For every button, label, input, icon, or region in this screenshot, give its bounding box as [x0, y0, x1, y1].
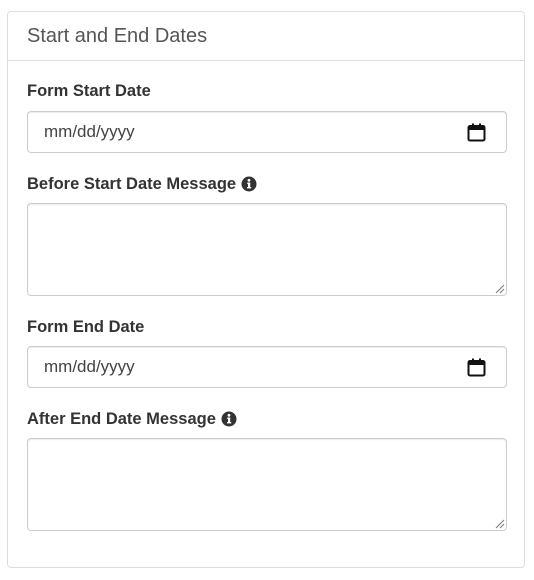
- panel-title: Start and End Dates: [27, 25, 208, 47]
- after-end-message-label-text: After End Date Message: [27, 410, 216, 428]
- form-start-date-label-text: Form Start Date: [27, 82, 151, 100]
- calendar-icon[interactable]: [467, 123, 486, 142]
- panel-heading: Start and End Dates: [8, 12, 524, 61]
- form-end-date-label: Form End Date: [27, 317, 144, 337]
- after-end-message-textarea[interactable]: [27, 438, 507, 531]
- resize-handle-icon[interactable]: [493, 517, 505, 529]
- form-end-date-label-text: Form End Date: [27, 318, 145, 336]
- calendar-icon[interactable]: [467, 358, 486, 377]
- form-start-date-placeholder: mm/dd/yyyy: [44, 122, 135, 141]
- form-start-date-input[interactable]: mm/dd/yyyy: [27, 111, 507, 153]
- form-start-date-label: Form Start Date: [27, 81, 151, 101]
- info-circle-icon[interactable]: [221, 411, 237, 427]
- before-start-message-label: Before Start Date Message: [27, 174, 257, 194]
- after-end-message-label: After End Date Message: [27, 409, 237, 429]
- form-end-date-placeholder: mm/dd/yyyy: [44, 357, 135, 376]
- start-end-dates-panel: Start and End Dates Form Start Date mm/d…: [7, 11, 525, 568]
- before-start-message-label-text: Before Start Date Message: [27, 175, 237, 193]
- info-circle-icon[interactable]: [241, 176, 257, 192]
- form-end-date-input[interactable]: mm/dd/yyyy: [27, 346, 507, 388]
- resize-handle-icon[interactable]: [493, 282, 505, 294]
- before-start-message-textarea[interactable]: [27, 203, 507, 296]
